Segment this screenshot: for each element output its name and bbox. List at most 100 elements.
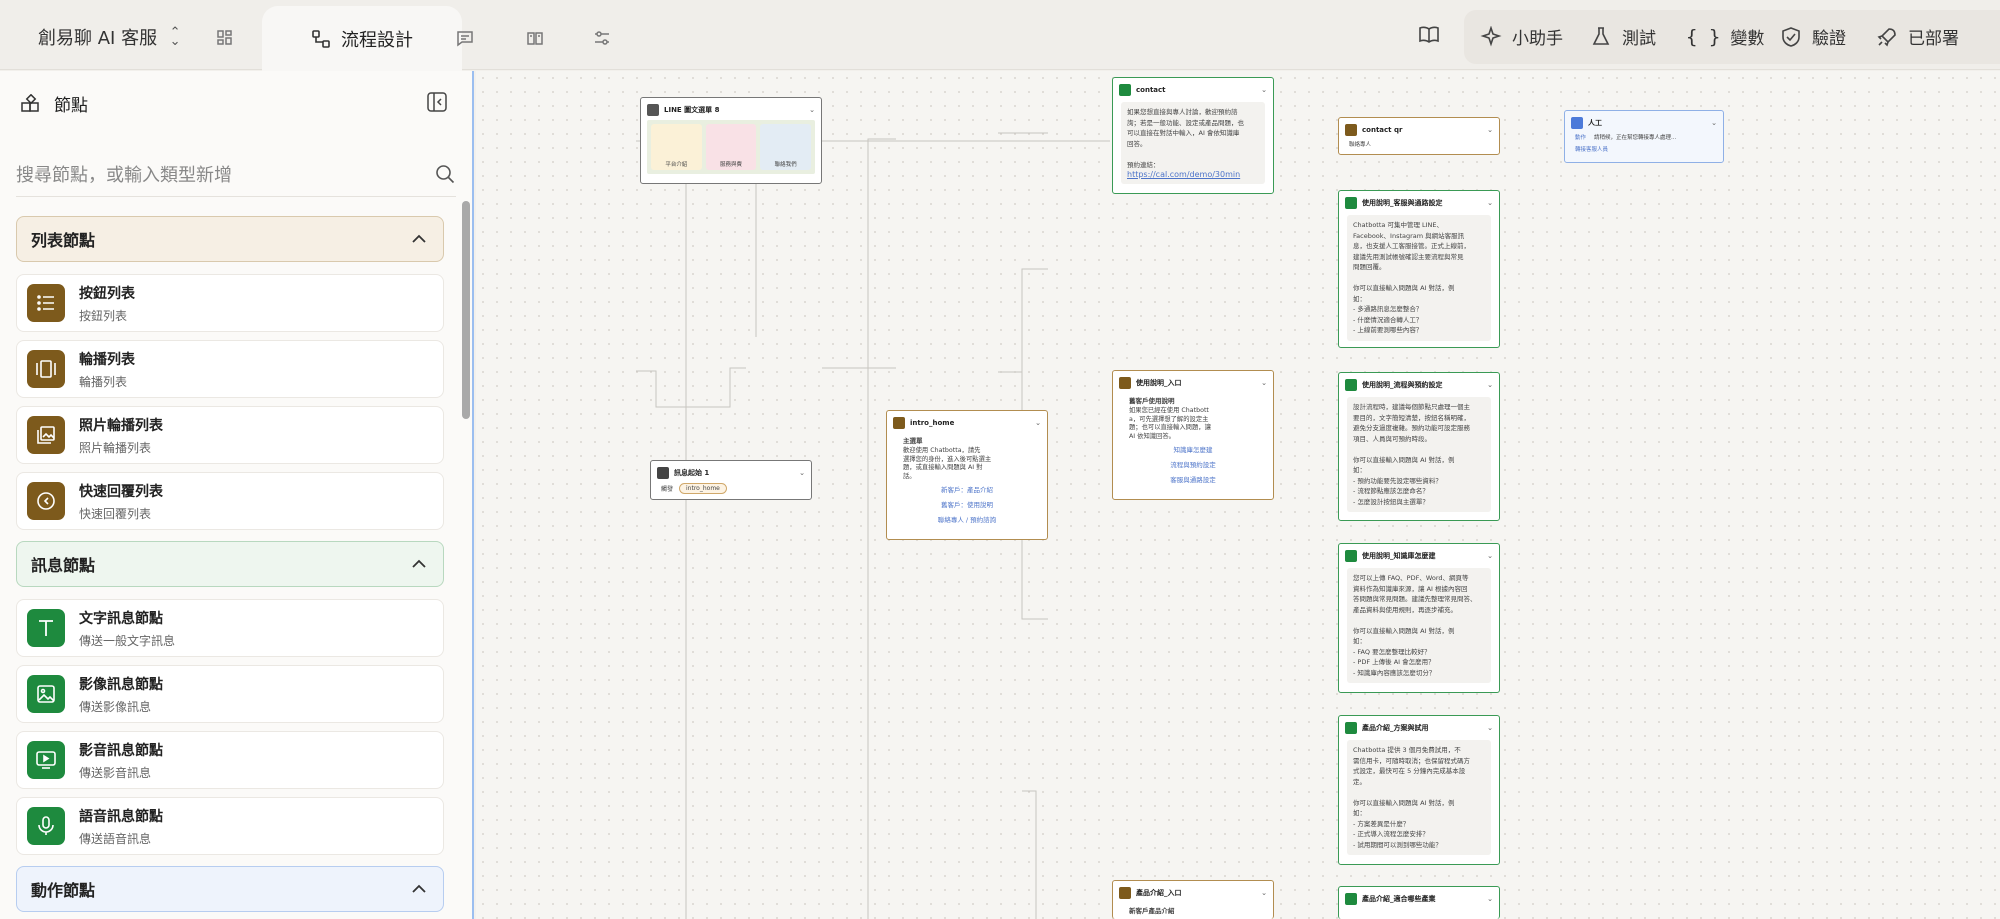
chat-icon[interactable] — [456, 29, 474, 47]
node-link[interactable]: 知識庫怎麼建 — [1113, 443, 1273, 458]
node-subtitle: 聯絡專人 — [1349, 142, 1372, 148]
trigger-label: 觸發 — [661, 486, 674, 493]
node-link[interactable]: 舊客戶：使用說明 — [887, 498, 1047, 513]
node-use-entry[interactable]: 使用說明_入口 ⌄ 舊客戶使用說明 如果您已經在使用 Chatbott a，可先選… — [1112, 370, 1274, 500]
edge — [822, 367, 869, 919]
assistant-label: 小助手 — [1512, 29, 1563, 49]
node-product-plans[interactable]: 產品介紹_方案與試用 ⌄ Chatbotta 提供 3 個月免費試用，不 需信用卡… — [1338, 715, 1500, 865]
item-subtitle: 按鈕列表 — [79, 308, 128, 323]
action-label: 動作 — [1575, 135, 1587, 141]
node-title: 產品介紹_適合哪些產業 — [1362, 895, 1436, 903]
node-sidebar: 節點 搜尋節點，或輸入類型新增 列表節點 按鈕列表 按鈕列表 輪播列表 輪播列表 照… — [0, 71, 474, 919]
chevron-down-icon[interactable]: ⌄ — [1487, 381, 1493, 389]
node-link[interactable]: 新客戶：產品介紹 — [887, 483, 1047, 498]
deployed-button[interactable]: 已部署 — [1876, 24, 1959, 49]
list-item-text-message[interactable]: 文字訊息節點 傳送一般文字訊息 — [16, 599, 444, 657]
node-body: 如果您想直接與專人討論，歡迎預約諮 詢；若是一般功能、設定或產品問題，也 可以直… — [1127, 108, 1244, 169]
list-icon — [893, 417, 905, 429]
rocket-icon — [1877, 27, 1896, 46]
list-item-photo-carousel[interactable]: 照片輪播列表 照片輪播列表 — [16, 406, 444, 464]
menu-cell: 聯絡我們 — [760, 124, 812, 170]
section-list-nodes-label: 列表節點 — [31, 231, 96, 250]
node-human-handoff[interactable]: 人工 ⌄ 動作 請稍候，正在幫您轉接專人處理... 轉接客服人員 — [1564, 110, 1724, 163]
item-subtitle: 快速回覆列表 — [79, 506, 152, 521]
node-use-flow[interactable]: 使用說明_流程與預約設定 ⌄ 設計流程時，建議每個節點只處理一個主 要目的，文字簡… — [1338, 372, 1500, 521]
validate-button[interactable]: 驗證 — [1780, 24, 1846, 49]
nodes-icon — [21, 93, 39, 112]
person-icon — [1571, 117, 1583, 129]
book-open-icon[interactable] — [526, 29, 544, 47]
section-message-nodes-label: 訊息節點 — [31, 556, 96, 575]
node-title: 產品介紹_方案與試用 — [1362, 724, 1429, 732]
section-list-nodes[interactable]: 列表節點 — [16, 216, 444, 262]
search-icon[interactable] — [434, 163, 456, 185]
sidebar-scrollbar[interactable] — [462, 201, 470, 419]
booking-link[interactable]: https://cal.com/demo/30min — [1127, 170, 1240, 179]
node-intro-home[interactable]: intro_home ⌄ 主選單 歡迎使用 Chatbotta，請先 選擇您的身份… — [886, 410, 1048, 540]
braces-icon: { } — [1686, 25, 1721, 48]
edge — [636, 367, 746, 408]
list-item-carousel[interactable]: 輪播列表 輪播列表 — [16, 340, 444, 398]
chevron-down-icon[interactable]: ⌄ — [1261, 379, 1267, 387]
collapse-sidebar-icon[interactable] — [426, 91, 448, 113]
action-text: 請稍候，正在幫您轉接專人處理... — [1594, 135, 1677, 141]
node-body: 歡迎使用 Chatbotta，請先 選擇您的身份，進入後可點選主 題，或直接輸入… — [903, 447, 992, 480]
chevron-down-icon[interactable]: ⌄ — [1487, 126, 1493, 134]
item-title: 影像訊息節點 — [79, 676, 163, 693]
search-placeholder: 搜尋節點，或輸入類型新增 — [16, 164, 232, 186]
chevron-down-icon[interactable]: ⌄ — [1487, 552, 1493, 560]
list-item-quick-reply[interactable]: 快速回覆列表 快速回覆列表 — [16, 472, 444, 530]
chevron-down-icon[interactable]: ⌄ — [809, 106, 815, 114]
item-subtitle: 傳送語音訊息 — [79, 831, 152, 846]
chevron-down-icon[interactable]: ⌄ — [1711, 119, 1717, 127]
text-icon — [27, 609, 65, 647]
chevron-down-icon[interactable]: ⌄ — [1261, 889, 1267, 897]
section-action-nodes[interactable]: 動作節點 — [16, 866, 444, 912]
node-link[interactable]: 客服與通路設定 — [1113, 473, 1273, 488]
node-use-kb[interactable]: 使用說明_知識庫怎麼建 ⌄ 您可以上傳 FAQ、PDF、Word、網頁等 資料作為… — [1338, 543, 1500, 693]
variables-label: 變數 — [1730, 29, 1765, 49]
sidebar-title: 節點 — [54, 96, 88, 116]
node-link[interactable]: 聯絡專人 / 預約諮詢 — [887, 513, 1047, 528]
node-start[interactable]: 訊息起始 1 ⌄ 觸發 intro_home — [650, 460, 812, 500]
menu-icon — [647, 104, 659, 116]
list-item-image-message[interactable]: 影像訊息節點 傳送影像訊息 — [16, 665, 444, 723]
section-message-nodes[interactable]: 訊息節點 — [16, 541, 444, 587]
chevron-down-icon[interactable]: ⌄ — [1487, 724, 1493, 732]
item-title: 影音訊息節點 — [79, 742, 163, 759]
chevron-updown-icon: ⌃ ⌄ — [169, 25, 181, 49]
power-icon — [657, 467, 669, 479]
test-button[interactable]: 測試 — [1590, 24, 1656, 49]
list-item-button-list[interactable]: 按鈕列表 按鈕列表 — [16, 274, 444, 332]
app-title: 創易聊 AI 客服 — [38, 28, 158, 49]
node-contact[interactable]: contact ⌄ 如果您想直接與專人討論，歡迎預約諮 詢；若是一般功能、設定或產… — [1112, 77, 1274, 194]
app-switcher[interactable]: 創易聊 AI 客服 ⌃ ⌄ — [38, 24, 181, 50]
flask-icon — [1592, 26, 1610, 45]
list-item-audio-message[interactable]: 語音訊息節點 傳送語音訊息 — [16, 797, 444, 855]
menu-preview: 平台介紹 服務與費 聯絡我們 — [647, 120, 815, 174]
sliders-icon[interactable] — [593, 29, 611, 47]
node-body: Chatbotta 可集中管理 LINE、 Facebook、Instagram… — [1347, 215, 1491, 341]
chevron-down-icon[interactable]: ⌄ — [799, 469, 805, 477]
chevron-down-icon[interactable]: ⌄ — [1487, 199, 1493, 207]
node-product-industries[interactable]: 產品介紹_適合哪些產業 ⌄ — [1338, 886, 1500, 919]
node-title: contact qr — [1362, 126, 1403, 134]
text-icon — [1119, 84, 1131, 96]
node-contact-qr[interactable]: contact qr ⌄ 聯絡專人 — [1338, 117, 1500, 155]
node-link[interactable]: 流程與預約設定 — [1113, 458, 1273, 473]
node-line-menu[interactable]: LINE 圖文選單 8 ⌄ 平台介紹 服務與費 聯絡我們 — [640, 97, 822, 184]
chevron-down-icon[interactable]: ⌄ — [1261, 86, 1267, 94]
node-product-entry[interactable]: 產品介紹_入口 ⌄ 新客戶產品介紹 — [1112, 880, 1274, 919]
node-search-input[interactable]: 搜尋節點，或輸入類型新增 — [16, 151, 456, 197]
chevron-down-icon[interactable]: ⌄ — [1035, 419, 1041, 427]
chevron-down-icon[interactable]: ⌄ — [1487, 895, 1493, 903]
list-item-video-message[interactable]: 影音訊息節點 傳送影音訊息 — [16, 731, 444, 789]
docs-button[interactable] — [1418, 24, 1440, 46]
node-use-channels[interactable]: 使用說明_客服與通路設定 ⌄ Chatbotta 可集中管理 LINE、 Face… — [1338, 190, 1500, 348]
node-body: Chatbotta 提供 3 個月免費試用，不 需信用卡，可隨時取消；也保留程式… — [1347, 740, 1491, 855]
reply-icon — [27, 482, 65, 520]
tab-flow-design[interactable]: 流程設計 — [262, 6, 462, 72]
variables-button[interactable]: { } 變數 — [1686, 24, 1765, 50]
grid-icon[interactable] — [216, 29, 234, 47]
assistant-button[interactable]: 小助手 — [1480, 24, 1563, 49]
